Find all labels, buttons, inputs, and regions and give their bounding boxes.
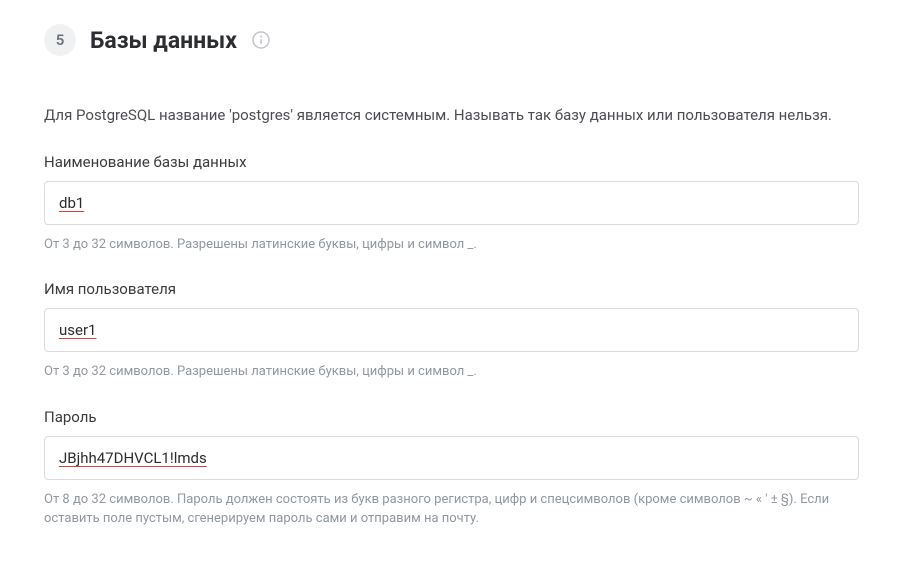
step-number-badge: 5: [44, 24, 76, 56]
username-label: Имя пользователя: [44, 280, 859, 298]
password-help-text: От 8 до 32 символов. Пароль должен состо…: [44, 490, 859, 529]
form-group-password: Пароль От 8 до 32 символов. Пароль долже…: [44, 408, 859, 529]
form-group-dbname: Наименование базы данных От 3 до 32 симв…: [44, 153, 859, 255]
dbname-input[interactable]: [44, 181, 859, 225]
dbname-label: Наименование базы данных: [44, 153, 859, 171]
section-title: Базы данных: [90, 27, 237, 54]
password-input[interactable]: [44, 436, 859, 480]
username-input[interactable]: [44, 308, 859, 352]
info-icon[interactable]: [251, 30, 271, 50]
section-header: 5 Базы данных: [44, 24, 859, 56]
form-group-username: Имя пользователя От 3 до 32 символов. Ра…: [44, 280, 859, 382]
password-label: Пароль: [44, 408, 859, 426]
dbname-help-text: От 3 до 32 символов. Разрешены латинские…: [44, 235, 859, 255]
section-description: Для PostgreSQL название 'postgres' являе…: [44, 104, 859, 127]
username-help-text: От 3 до 32 символов. Разрешены латинские…: [44, 362, 859, 382]
